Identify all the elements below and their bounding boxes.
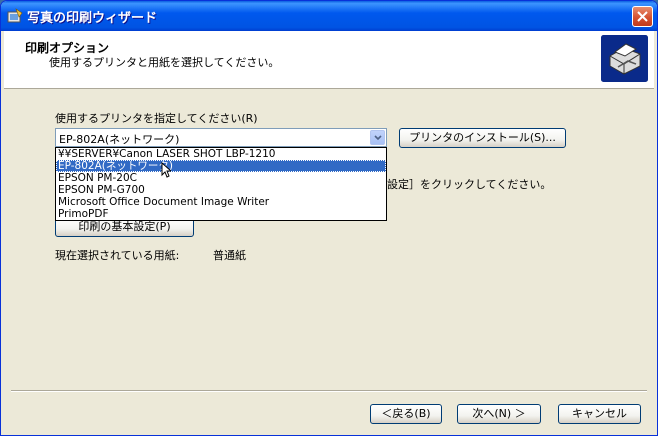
mouse-cursor-icon: [161, 162, 171, 178]
printer-combobox[interactable]: EP-802A(ネットワーク): [55, 128, 387, 147]
printer-option[interactable]: Microsoft Office Document Image Writer: [56, 196, 386, 208]
footer-separator: [11, 390, 647, 392]
paper-value: 普通紙: [213, 249, 246, 262]
window-title: 写真の印刷ウィザード: [27, 11, 158, 26]
printer-icon: [600, 34, 649, 83]
chevron-down-icon: [374, 135, 382, 141]
dropdown-button[interactable]: [370, 130, 385, 145]
page-subtitle: 使用するプリンタと用紙を選択してください。: [49, 56, 280, 69]
printer-option[interactable]: EPSON PM-20C: [56, 172, 386, 184]
printer-label: 使用するプリンタを指定してください(R): [55, 112, 258, 125]
instruction-text: 設定］をクリックしてください。: [387, 178, 552, 191]
printer-option[interactable]: EPSON PM-G700: [56, 184, 386, 196]
printer-selected-value: EP-802A(ネットワーク): [59, 133, 180, 146]
printer-option[interactable]: ¥¥SERVER¥Canon LASER SHOT LBP-1210: [56, 148, 386, 160]
paper-label: 現在選択されている用紙:: [55, 249, 180, 262]
back-button[interactable]: ＜戻る(B): [370, 404, 442, 424]
close-button[interactable]: [632, 6, 653, 27]
cancel-button[interactable]: キャンセル: [558, 404, 641, 424]
printer-dropdown-list[interactable]: ¥¥SERVER¥Canon LASER SHOT LBP-1210 EP-80…: [55, 147, 387, 221]
printer-option[interactable]: PrimoPDF: [56, 208, 386, 220]
close-icon: [637, 11, 648, 22]
wizard-body: 印刷オプション 使用するプリンタと用紙を選択してください。 使用するプリンタを指…: [4, 31, 654, 434]
wizard-window: 写真の印刷ウィザード 印刷オプション 使用するプリンタと用紙を選択してください。…: [0, 0, 658, 436]
next-button[interactable]: 次へ(N) ＞: [457, 404, 541, 424]
title-bar[interactable]: 写真の印刷ウィザード: [1, 1, 657, 31]
photo-wizard-icon: [7, 8, 23, 23]
install-printer-button[interactable]: プリンタのインストール(S)...: [399, 128, 566, 148]
wizard-header: 印刷オプション 使用するプリンタと用紙を選択してください。: [4, 31, 654, 89]
printer-option-selected[interactable]: EP-802A(ネットワーク): [56, 160, 386, 172]
